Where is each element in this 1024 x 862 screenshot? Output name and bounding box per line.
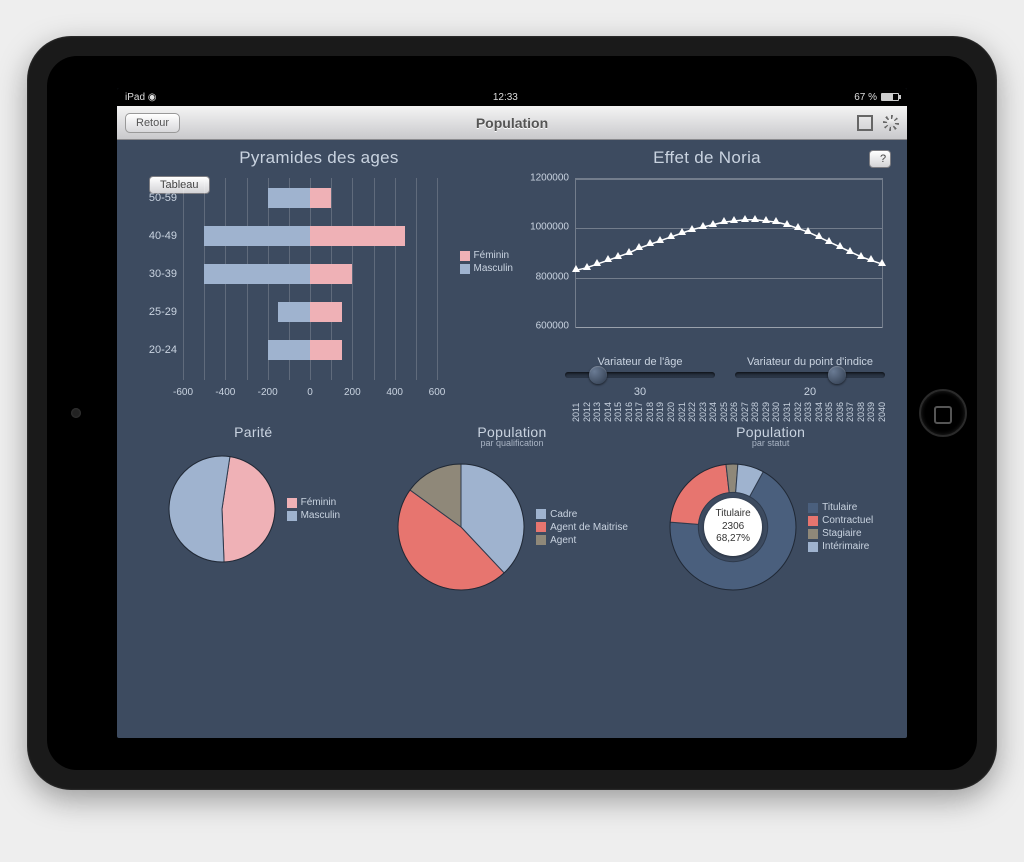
callout-pct: 68,27% — [704, 533, 762, 546]
line-xlabel: 2022 — [687, 332, 697, 422]
statut-callout: Titulaire 2306 68,27% — [704, 498, 762, 556]
line-ylabel: 800000 — [519, 271, 569, 282]
noria-plot — [575, 178, 883, 328]
qualif-legend: Cadre Agent de Maitrise Agent — [536, 507, 628, 548]
pyr-ylabel: 30-39 — [129, 268, 177, 280]
parite-legend: Féminin Masculin — [287, 495, 340, 523]
line-xlabel: 2032 — [793, 332, 803, 422]
pyr-ylabel: 50-59 — [129, 192, 177, 204]
pyr-xlabel: -400 — [215, 387, 235, 398]
panel-pyramid: Pyramides des ages Tableau Féminin Mascu… — [129, 148, 509, 408]
panel-qualif: Population par qualification CadreAgent … — [388, 424, 637, 592]
callout-label: Titulaire — [704, 508, 762, 521]
row-pies: Parité Féminin Masculin Population par q… — [129, 424, 895, 592]
panel-statut: Population par statut Titulaire 2306 68,… — [646, 424, 895, 592]
line-xlabel: 2036 — [835, 332, 845, 422]
line-xlabel: 2035 — [824, 332, 834, 422]
noria-title: Effet de Noria — [519, 148, 895, 168]
line-xlabel: 2027 — [740, 332, 750, 422]
status-right: 67 % — [854, 92, 899, 103]
legend-feminin: Féminin — [474, 250, 510, 261]
line-xlabel: 2038 — [856, 332, 866, 422]
battery-pct: 67 % — [854, 92, 877, 103]
legend-m: Masculin — [301, 510, 340, 521]
line-xlabel: 2024 — [708, 332, 718, 422]
line-ylabel: 1000000 — [519, 222, 569, 233]
line-xlabel: 2029 — [761, 332, 771, 422]
legend-item: Agent de Maitrise — [536, 522, 628, 533]
ipad-camera — [71, 408, 81, 418]
line-xlabel: 2020 — [666, 332, 676, 422]
help-button[interactable]: ? — [869, 150, 891, 168]
gear-icon[interactable] — [883, 115, 899, 131]
pyramid-title: Pyramides des ages — [129, 148, 509, 168]
line-xlabel: 2018 — [645, 332, 655, 422]
legend-item: Stagiaire — [808, 528, 873, 539]
callout-count: 2306 — [704, 521, 762, 534]
pyr-xlabel: -200 — [258, 387, 278, 398]
line-xlabel: 2030 — [771, 332, 781, 422]
legend-item: Agent — [536, 535, 628, 546]
line-xlabel: 2017 — [634, 332, 644, 422]
pie-qualif — [396, 462, 526, 592]
line-xlabel: 2021 — [677, 332, 687, 422]
line-xlabel: 2026 — [729, 332, 739, 422]
carrier-label: iPad — [125, 92, 145, 103]
legend-f: Féminin — [301, 497, 337, 508]
content: Pyramides des ages Tableau Féminin Mascu… — [117, 140, 907, 738]
legend-item: Contractuel — [808, 515, 873, 526]
line-xlabel: 2039 — [866, 332, 876, 422]
pie-parite — [167, 454, 277, 564]
pyr-ylabel: 25-29 — [129, 306, 177, 318]
line-xlabel: 2011 — [571, 332, 581, 422]
pyr-xlabel: 600 — [429, 387, 446, 398]
line-xlabel: 2016 — [624, 332, 634, 422]
line-xlabel: 2015 — [613, 332, 623, 422]
pyr-xlabel: 0 — [307, 387, 313, 398]
line-xlabel: 2028 — [750, 332, 760, 422]
parite-title: Parité — [234, 424, 272, 440]
battery-icon — [881, 93, 899, 101]
status-clock: 12:33 — [493, 92, 518, 103]
line-xlabel: 2034 — [814, 332, 824, 422]
legend-masculin: Masculin — [474, 263, 513, 274]
page-title: Population — [117, 115, 907, 131]
status-left: iPad ◉ — [125, 92, 157, 103]
line-xlabel: 2012 — [582, 332, 592, 422]
line-ylabel: 600000 — [519, 321, 569, 332]
line-xlabel: 2040 — [877, 332, 887, 422]
nav-bar: Retour Population — [117, 106, 907, 140]
screen: iPad ◉ 12:33 67 % Retour Population Pyra… — [117, 88, 907, 738]
ipad-home-button[interactable] — [919, 389, 967, 437]
pyramid-plot — [183, 178, 437, 380]
ipad-device: iPad ◉ 12:33 67 % Retour Population Pyra… — [27, 36, 997, 790]
panel-noria: Effet de Noria ? Variateur de l'âge 30 — [519, 148, 895, 418]
panel-parite: Parité Féminin Masculin — [129, 424, 378, 592]
pyr-xlabel: -600 — [173, 387, 193, 398]
legend-item: Titulaire — [808, 502, 873, 513]
legend-item: Cadre — [536, 509, 628, 520]
qualif-sub: par qualification — [477, 438, 546, 448]
line-xlabel: 2019 — [655, 332, 665, 422]
pyr-xlabel: 200 — [344, 387, 361, 398]
statut-legend: Titulaire Contractuel Stagiaire Intérimaire — [808, 500, 873, 554]
pyr-xlabel: 400 — [386, 387, 403, 398]
line-xlabel: 2025 — [719, 332, 729, 422]
wifi-icon: ◉ — [148, 92, 157, 103]
line-xlabel: 2014 — [603, 332, 613, 422]
line-xlabel: 2033 — [803, 332, 813, 422]
line-xlabel: 2031 — [782, 332, 792, 422]
legend-item: Intérimaire — [808, 541, 873, 552]
line-xlabel: 2037 — [845, 332, 855, 422]
pyramid-legend: Féminin Masculin — [460, 248, 513, 276]
fullscreen-icon[interactable] — [857, 115, 873, 131]
back-button[interactable]: Retour — [125, 113, 180, 133]
pyr-ylabel: 40-49 — [129, 230, 177, 242]
status-bar: iPad ◉ 12:33 67 % — [117, 88, 907, 106]
line-xlabel: 2023 — [698, 332, 708, 422]
line-xlabel: 2013 — [592, 332, 602, 422]
pyr-ylabel: 20-24 — [129, 344, 177, 356]
line-ylabel: 1200000 — [519, 173, 569, 184]
